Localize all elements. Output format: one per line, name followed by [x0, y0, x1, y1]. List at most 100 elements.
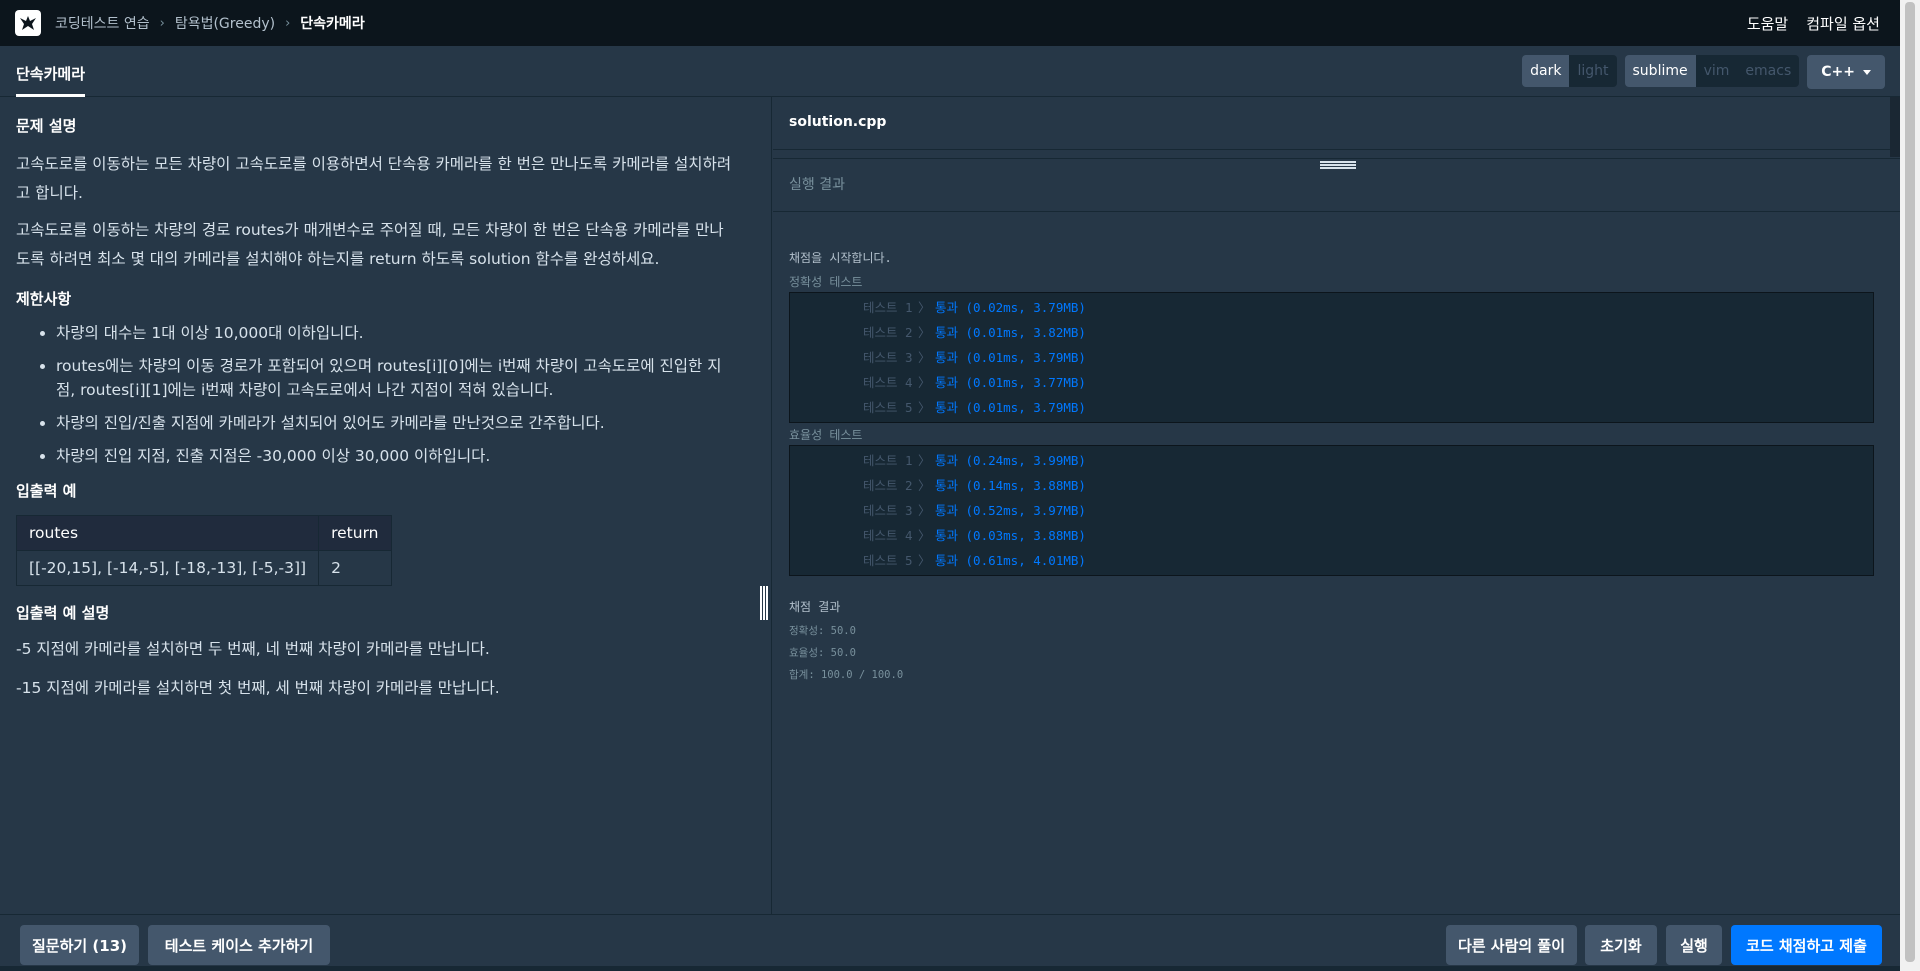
table-row: [[-20,15], [-14,-5], [-18,-13], [-5,-3]]… [15, 550, 392, 586]
accuracy-results: 테스트 1 〉 통과 (0.02ms, 3.79MB) 테스트 2 〉 통과 (0.01… [789, 292, 1874, 423]
table-cell: 2 [318, 550, 392, 586]
theme-toggle: dark light [1522, 55, 1617, 87]
io-example-heading: 입출력 예 [16, 482, 77, 500]
chevron-right-icon: 〉 [918, 300, 931, 315]
editor-filename: solution.cpp [773, 97, 1900, 150]
test-result: 통과 (0.01ms, 3.79MB) [935, 400, 1086, 415]
run-button[interactable]: 실행 [1666, 925, 1722, 965]
test-row: 테스트 1 〉 통과 (0.24ms, 3.99MB) [790, 448, 1873, 473]
efficiency-score: 효율성: 50.0 [789, 647, 856, 659]
test-result: 통과 (0.52ms, 3.97MB) [935, 503, 1086, 518]
test-label: 테스트 2 [863, 478, 913, 493]
test-row: 테스트 3 〉 통과 (0.01ms, 3.79MB) [790, 345, 1873, 370]
caret-down-icon [1863, 69, 1871, 75]
chevron-right-icon: › [285, 15, 291, 31]
test-row: 테스트 4 〉 통과 (0.03ms, 3.88MB) [790, 523, 1873, 548]
tab-row: 단속카메라 dark light sublime vim emacs C++ [0, 46, 1900, 97]
editor-panel: solution.cpp 실행 결과 채점을 시작합니다. 정확성 테스트 테스… [773, 97, 1900, 914]
chevron-right-icon: 〉 [918, 553, 931, 568]
programmers-logo-icon[interactable] [15, 10, 41, 36]
breadcrumb: 코딩테스트 연습 › 탐욕법(Greedy) › 단속카메라 [55, 13, 365, 33]
accuracy-score: 정확성: 50.0 [789, 625, 856, 637]
run-result-title: 실행 결과 [789, 177, 845, 193]
test-label: 테스트 5 [863, 400, 913, 415]
test-row: 테스트 4 〉 통과 (0.01ms, 3.77MB) [790, 370, 1873, 395]
theme-dark-button[interactable]: dark [1522, 55, 1570, 87]
constraint-item: 차량의 대수는 1대 이상 10,000대 이하입니다. [56, 321, 736, 345]
page-scrollbar[interactable] [1900, 0, 1920, 971]
test-row: 테스트 2 〉 통과 (0.14ms, 3.88MB) [790, 473, 1873, 498]
editor-result-divider [773, 151, 1900, 159]
test-label: 테스트 1 [863, 453, 913, 468]
efficiency-test-title: 효율성 테스트 [789, 428, 863, 442]
test-result: 통과 (0.02ms, 3.79MB) [935, 300, 1086, 315]
action-bar: 질문하기 (13) 테스트 케이스 추가하기 다른 사람의 풀이 초기화 실행 … [0, 914, 1900, 971]
divider [773, 211, 1900, 212]
test-result: 통과 (0.01ms, 3.82MB) [935, 325, 1086, 340]
table-cell: [[-20,15], [-14,-5], [-18,-13], [-5,-3]] [15, 550, 320, 586]
description-paragraph: 고속도로를 이동하는 차량의 경로 routes가 매개변수로 주어질 때, 모… [16, 221, 724, 268]
result-console: 채점을 시작합니다. 정확성 테스트 테스트 1 〉 통과 (0.02ms, 3.7… [789, 250, 1874, 686]
test-label: 테스트 3 [863, 503, 913, 518]
test-row: 테스트 5 〉 통과 (0.61ms, 4.01MB) [790, 548, 1873, 573]
breadcrumb-greedy[interactable]: 탐욕법(Greedy) [175, 13, 275, 33]
constraint-item: 차량의 진입/진출 지점에 카메라가 설치되어 있어도 카메라를 만난것으로 간… [56, 411, 736, 435]
test-row: 테스트 2 〉 통과 (0.01ms, 3.82MB) [790, 320, 1873, 345]
chevron-right-icon: 〉 [918, 503, 931, 518]
description-heading: 문제 설명 [16, 117, 77, 135]
breadcrumb-coding-test[interactable]: 코딩테스트 연습 [55, 13, 150, 33]
keymap-vim-button[interactable]: vim [1695, 55, 1738, 87]
keymap-emacs-button[interactable]: emacs [1737, 55, 1800, 87]
ask-question-button[interactable]: 질문하기 (13) [20, 925, 139, 965]
horizontal-scrollbar[interactable] [0, 966, 1900, 971]
panel-resize-handle[interactable] [760, 586, 768, 620]
test-label: 테스트 1 [863, 300, 913, 315]
chevron-right-icon: 〉 [918, 350, 931, 365]
test-label: 테스트 2 [863, 325, 913, 340]
table-header: routes [15, 515, 320, 551]
breadcrumb-current: 단속카메라 [300, 16, 365, 32]
io-example-table: routes return [[-20,15], [-14,-5], [-18,… [15, 515, 392, 586]
test-result: 통과 (0.24ms, 3.99MB) [935, 453, 1086, 468]
chevron-right-icon: 〉 [918, 528, 931, 543]
test-row: 테스트 5 〉 통과 (0.01ms, 3.79MB) [790, 395, 1873, 420]
table-header: return [318, 515, 392, 551]
test-label: 테스트 3 [863, 350, 913, 365]
test-result: 통과 (0.01ms, 3.77MB) [935, 375, 1086, 390]
test-result: 통과 (0.61ms, 4.01MB) [935, 553, 1086, 568]
keymap-toggle: sublime vim emacs [1624, 55, 1800, 87]
reset-button[interactable]: 초기화 [1585, 925, 1657, 965]
compile-options-link[interactable]: 컴파일 옵션 [1806, 13, 1880, 34]
tab-problem[interactable]: 단속카메라 [16, 46, 86, 97]
others-solutions-button[interactable]: 다른 사람의 풀이 [1446, 925, 1577, 965]
chevron-right-icon: 〉 [918, 325, 931, 340]
grading-result-title: 채점 결과 [789, 600, 841, 614]
help-link[interactable]: 도움말 [1747, 13, 1788, 34]
test-label: 테스트 4 [863, 528, 913, 543]
test-result: 통과 (0.14ms, 3.88MB) [935, 478, 1086, 493]
efficiency-results: 테스트 1 〉 통과 (0.24ms, 3.99MB) 테스트 2 〉 통과 (0.14… [789, 445, 1874, 576]
description-paragraph: 고속도로를 이동하는 모든 차량이 고속도로를 이용하면서 단속용 카메라를 한… [16, 155, 732, 202]
submit-button[interactable]: 코드 채점하고 제출 [1731, 925, 1882, 965]
chevron-right-icon: › [159, 15, 165, 31]
language-select[interactable]: C++ [1807, 55, 1885, 89]
chevron-right-icon: 〉 [918, 478, 931, 493]
test-row: 테스트 1 〉 통과 (0.02ms, 3.79MB) [790, 295, 1873, 320]
constraint-item: routes에는 차량의 이동 경로가 포함되어 있으며 routes[i][0… [56, 354, 736, 402]
grading-start: 채점을 시작합니다. [789, 251, 892, 265]
accuracy-test-title: 정확성 테스트 [789, 275, 863, 289]
chevron-right-icon: 〉 [918, 453, 931, 468]
scrollbar-thumb[interactable] [1905, 2, 1915, 962]
language-label: C++ [1821, 64, 1855, 80]
test-result: 통과 (0.01ms, 3.79MB) [935, 350, 1086, 365]
total-score: 합계: 100.0 / 100.0 [789, 669, 904, 681]
test-label: 테스트 5 [863, 553, 913, 568]
add-testcase-button[interactable]: 테스트 케이스 추가하기 [148, 925, 330, 965]
keymap-sublime-button[interactable]: sublime [1624, 55, 1696, 87]
test-row: 테스트 3 〉 통과 (0.52ms, 3.97MB) [790, 498, 1873, 523]
test-label: 테스트 4 [863, 375, 913, 390]
io-explain-paragraph: -15 지점에 카메라를 설치하면 첫 번째, 세 번째 차량이 카메라를 만납… [16, 679, 500, 697]
resize-grip-icon[interactable] [1320, 161, 1356, 169]
editor-scrollbar[interactable] [1890, 97, 1900, 157]
theme-light-button[interactable]: light [1569, 55, 1617, 87]
